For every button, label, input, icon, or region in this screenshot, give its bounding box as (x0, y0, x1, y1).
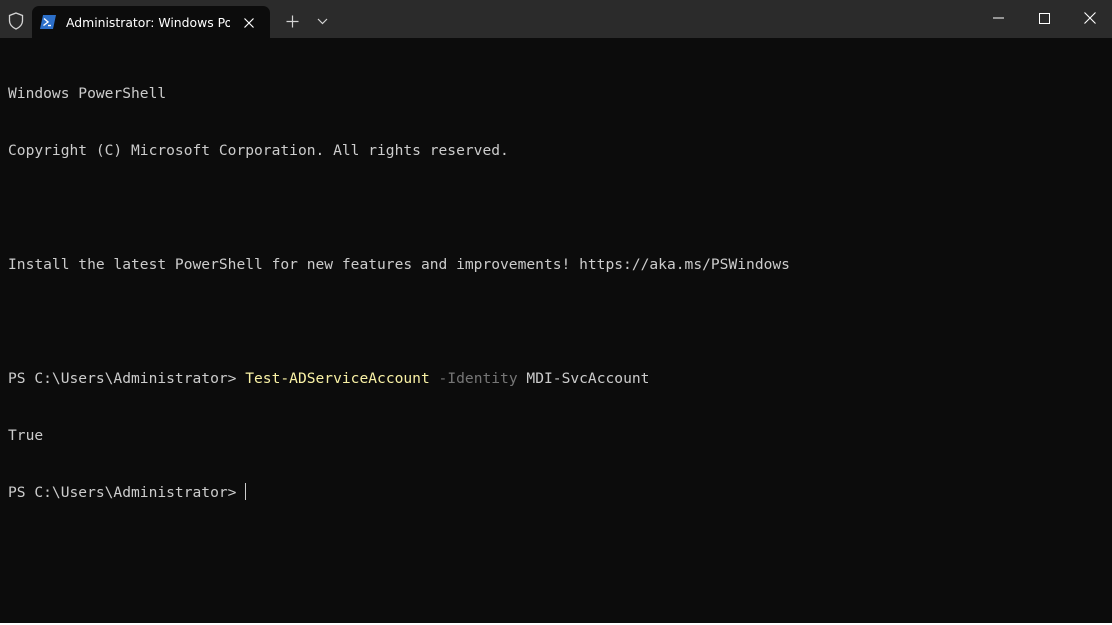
terminal-output: Windows PowerShell Copyright (C) Microso… (8, 46, 1098, 540)
tab-title: Administrator: Windows PowerShell (66, 15, 230, 30)
maximize-icon (1038, 12, 1050, 24)
close-window-button[interactable] (1067, 0, 1112, 36)
plus-icon (286, 15, 298, 27)
minimize-button[interactable] (975, 0, 1021, 36)
close-icon (244, 18, 254, 28)
tab-powershell[interactable]: Administrator: Windows PowerShell (32, 6, 270, 38)
parameter-name: -Identity (438, 370, 518, 387)
close-icon (1084, 12, 1096, 24)
header-line-1: Windows PowerShell (8, 85, 167, 102)
prompt: PS C:\Users\Administrator> (8, 370, 246, 387)
title-bar: Administrator: Windows PowerShell (0, 0, 1112, 38)
powershell-icon (40, 15, 56, 29)
install-message: Install the latest PowerShell for new fe… (8, 256, 790, 273)
header-line-2: Copyright (C) Microsoft Corporation. All… (8, 142, 509, 159)
minimize-icon (992, 17, 1004, 19)
parameter-value: MDI-SvcAccount (526, 370, 650, 387)
shield-icon (8, 12, 24, 30)
current-prompt-line[interactable]: PS C:\Users\Administrator> (8, 483, 1098, 502)
maximize-button[interactable] (1021, 0, 1067, 36)
close-tab-button[interactable] (241, 15, 257, 31)
chevron-down-icon (317, 18, 327, 24)
text-cursor (245, 483, 247, 500)
prompt: PS C:\Users\Administrator> (8, 484, 246, 501)
terminal-area[interactable]: Windows PowerShell Copyright (C) Microso… (0, 38, 1112, 624)
command-name: Test-ADServiceAccount (245, 370, 430, 387)
new-tab-button[interactable] (282, 11, 302, 31)
admin-shield-button[interactable] (5, 10, 27, 32)
command-line: PS C:\Users\Administrator> Test-ADServic… (8, 369, 1098, 388)
tab-dropdown-button[interactable] (312, 11, 332, 31)
command-output: True (8, 427, 44, 444)
